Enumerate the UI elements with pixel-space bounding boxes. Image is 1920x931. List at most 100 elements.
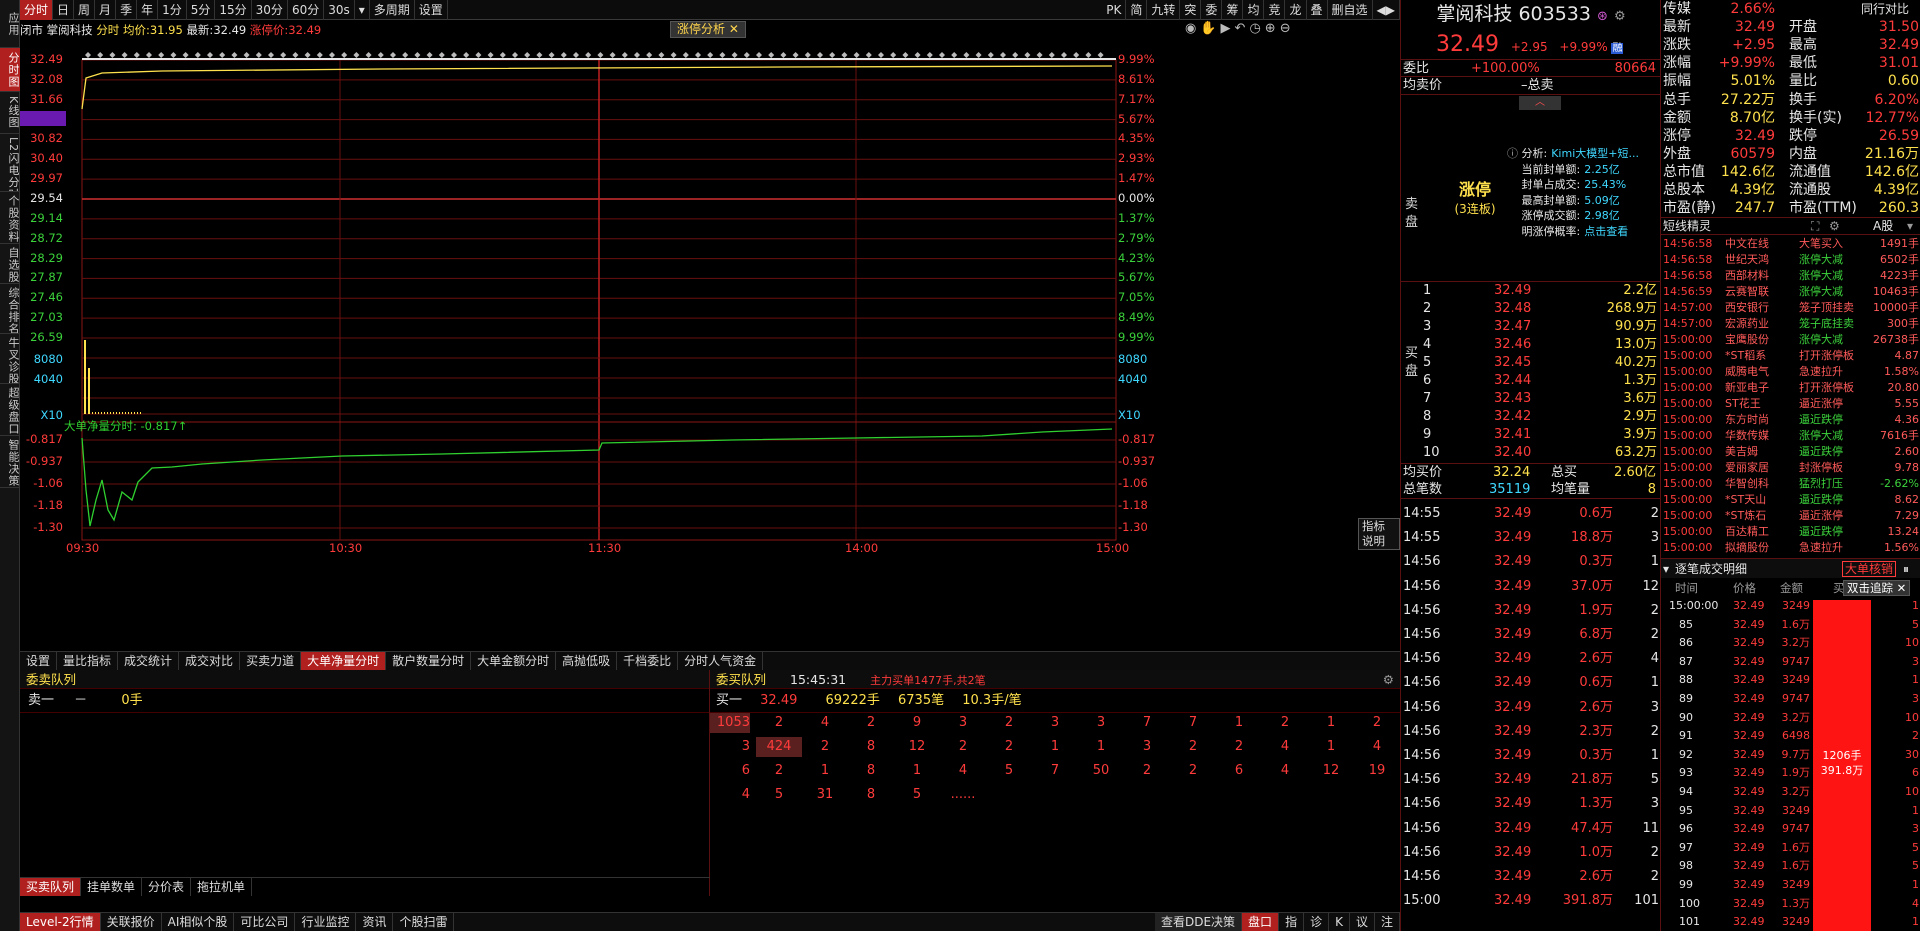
news-row[interactable]: 14:56:58 中文在线 大笔买入 1491手 bbox=[1661, 236, 1920, 252]
news-row[interactable]: 15:00:00 威腾电气 急速拉升 1.58% bbox=[1661, 364, 1920, 380]
period-tab-11[interactable]: 30s bbox=[324, 0, 355, 20]
period-tab-14[interactable]: 设置 bbox=[415, 0, 448, 20]
news-row[interactable]: 14:56:59 云赛智联 涨停大减 10463手 bbox=[1661, 284, 1920, 300]
big-order-button[interactable]: 大单核销 bbox=[1842, 561, 1897, 577]
news-row[interactable]: 15:00:00 华智创科 猛烈打压 -2.62% bbox=[1661, 476, 1920, 492]
indicator-tab-2[interactable]: 成交统计 bbox=[118, 652, 180, 670]
news-row[interactable]: 15:00:00 美吉姆 逼近跌停 2.60 bbox=[1661, 444, 1920, 460]
tool-tab-2[interactable]: 九转 bbox=[1147, 0, 1181, 20]
track-button[interactable]: 双击追踪 ✕ bbox=[1843, 580, 1911, 596]
news-row[interactable]: 14:57:00 宏源药业 笼子底挂卖 300手 bbox=[1661, 316, 1920, 332]
status-tab-1[interactable]: 关联报价 bbox=[101, 913, 162, 931]
news-row[interactable]: 15:00:00 *ST稻系 打开涨停板 4.87 bbox=[1661, 348, 1920, 364]
news-row[interactable]: 14:57:00 西安银行 笼子顶挂卖 10000手 bbox=[1661, 300, 1920, 316]
chevron-down-icon[interactable]: ▾ bbox=[1907, 218, 1913, 234]
period-tab-7[interactable]: 5分 bbox=[187, 0, 216, 20]
status-tab-3[interactable]: 可比公司 bbox=[234, 913, 296, 931]
news-row[interactable]: 15:00:00 ST花王 逼近涨停 5.55 bbox=[1661, 396, 1920, 412]
vtab-3[interactable]: L2闪电分时 bbox=[0, 134, 20, 192]
tool-tab-9[interactable]: 叠 bbox=[1307, 0, 1328, 20]
news-filter[interactable]: A股 bbox=[1873, 218, 1893, 234]
news-row[interactable]: 15:00:00 *ST天山 逼近跌停 8.62 bbox=[1661, 492, 1920, 508]
indicator-tab-5[interactable]: 大单净量分时 bbox=[301, 652, 387, 670]
indicator-tab-6[interactable]: 散户数量分时 bbox=[386, 652, 472, 670]
dock-tab-5[interactable]: 注 bbox=[1375, 913, 1400, 931]
indicator-tab-3[interactable]: 成交对比 bbox=[179, 652, 241, 670]
period-tab-0[interactable]: 分时 bbox=[20, 0, 54, 20]
indicator-tab-7[interactable]: 大单金额分时 bbox=[471, 652, 557, 670]
news-row[interactable]: 14:56:58 世纪天鸿 涨停大减 6502手 bbox=[1661, 252, 1920, 268]
chart-canvas[interactable] bbox=[20, 20, 1400, 660]
tool-tab-8[interactable]: 龙 bbox=[1285, 0, 1307, 20]
news-row[interactable]: 15:00:00 宝鹰股份 涨停大减 26738手 bbox=[1661, 332, 1920, 348]
indicator-help-button[interactable]: 指标说明 bbox=[1358, 518, 1400, 550]
tool-tab-6[interactable]: 均 bbox=[1243, 0, 1265, 20]
gear-icon[interactable]: ⚙ bbox=[1614, 9, 1626, 24]
indicator-tab-9[interactable]: 千档委比 bbox=[617, 652, 679, 670]
indicator-tab-4[interactable]: 买卖力道 bbox=[240, 652, 302, 670]
period-tab-9[interactable]: 30分 bbox=[252, 0, 288, 20]
vtab-8[interactable]: 超级盘口 bbox=[0, 384, 20, 436]
vtab-7[interactable]: 牛叉诊股 bbox=[0, 334, 20, 384]
vtab-2[interactable]: K线图 bbox=[0, 92, 20, 134]
status-tab-4[interactable]: 行业监控 bbox=[295, 913, 357, 931]
tool-tab-11[interactable]: ◀▶ bbox=[1373, 0, 1400, 20]
queue-tab-0[interactable]: 买卖队列 bbox=[20, 878, 82, 896]
tool-tab-3[interactable]: 突 bbox=[1180, 0, 1202, 20]
status-tab-5[interactable]: 资讯 bbox=[356, 913, 394, 931]
period-tab-8[interactable]: 15分 bbox=[215, 0, 252, 20]
indicator-tab-0[interactable]: 设置 bbox=[20, 652, 58, 670]
queue-tab-1[interactable]: 挂单数单 bbox=[81, 878, 143, 896]
dock-tab-1[interactable]: 指 bbox=[1279, 913, 1305, 931]
period-tab-1[interactable]: 日 bbox=[53, 0, 75, 20]
news-row[interactable]: 15:00:00 东方时尚 逼近跌停 4.36 bbox=[1661, 412, 1920, 428]
period-tab-13[interactable]: 多周期 bbox=[370, 0, 415, 20]
dock-tab-3[interactable]: K bbox=[1329, 913, 1350, 931]
period-tab-3[interactable]: 月 bbox=[95, 0, 117, 20]
news-row[interactable]: 15:00:00 新亚电子 打开涨停板 20.80 bbox=[1661, 380, 1920, 396]
status-tab-6[interactable]: 个股扫雷 bbox=[393, 913, 455, 931]
collapse-icon[interactable]: ︿ bbox=[1519, 96, 1561, 110]
tool-tab-7[interactable]: 竞 bbox=[1264, 0, 1286, 20]
tool-tab-10[interactable]: 删自选 bbox=[1328, 0, 1373, 20]
vtab-6[interactable]: 综合排名 bbox=[0, 284, 20, 334]
dock-tab-0[interactable]: 盘口 bbox=[1242, 913, 1280, 931]
dock-tab-4[interactable]: 议 bbox=[1350, 913, 1375, 931]
period-tab-12[interactable]: ▾ bbox=[355, 0, 370, 20]
quote-label-2[interactable]: 同行对比 bbox=[1861, 0, 1909, 18]
dde-button[interactable]: 查看DDE决策 bbox=[1154, 913, 1243, 931]
vtab-9[interactable]: 智能决策 bbox=[0, 436, 20, 488]
indicator-tab-1[interactable]: 量比指标 bbox=[57, 652, 119, 670]
intraday-chart[interactable]: 闭市 掌阅科技 分时 均价:31.95 最新:32.49 涨停价:32.49 涨… bbox=[20, 20, 1400, 660]
analysis-value[interactable]: 点击查看 bbox=[1584, 225, 1628, 238]
news-row[interactable]: 15:00:00 百达精工 逼近跌停 13.24 bbox=[1661, 524, 1920, 540]
pause-icon[interactable]: ⏸ bbox=[1903, 559, 1909, 579]
news-row[interactable]: 15:00:00 华数传媒 涨停大减 7616手 bbox=[1661, 428, 1920, 444]
tool-tab-4[interactable]: 委 bbox=[1201, 0, 1223, 20]
tool-tab-5[interactable]: 筹 bbox=[1222, 0, 1244, 20]
indicator-tab-8[interactable]: 高抛低吸 bbox=[556, 652, 618, 670]
vtab-0[interactable]: 应用 bbox=[0, 0, 20, 48]
period-tab-4[interactable]: 季 bbox=[116, 0, 138, 20]
gear-icon[interactable]: ⚙ bbox=[1829, 218, 1840, 234]
expand-icon[interactable]: ⛶ bbox=[1811, 218, 1819, 234]
news-row[interactable]: 15:00:00 拟摘股份 急速拉升 1.56% bbox=[1661, 540, 1920, 556]
period-tab-10[interactable]: 60分 bbox=[288, 0, 325, 20]
queue-tab-2[interactable]: 分价表 bbox=[142, 878, 192, 896]
dock-tab-2[interactable]: 诊 bbox=[1304, 913, 1330, 931]
tool-tab-1[interactable]: 简 bbox=[1126, 0, 1148, 20]
chevron-down-icon[interactable]: ▾ bbox=[1663, 559, 1669, 579]
news-row[interactable]: 15:00:00 爱丽家居 封涨停板 9.78 bbox=[1661, 460, 1920, 476]
status-tab-2[interactable]: AI相似个股 bbox=[162, 913, 235, 931]
watch-icon[interactable]: ⊛ bbox=[1597, 9, 1608, 24]
vtab-5[interactable]: 自选股 bbox=[0, 244, 20, 284]
tool-tab-0[interactable]: PK bbox=[1102, 0, 1127, 20]
queue-tab-3[interactable]: 拖拉机单 bbox=[191, 878, 253, 896]
news-row[interactable]: 14:56:58 西部材料 涨停大减 4223手 bbox=[1661, 268, 1920, 284]
vtab-1[interactable]: 分时图 bbox=[0, 48, 20, 92]
status-tab-0[interactable]: Level-2行情 bbox=[20, 913, 101, 931]
period-tab-5[interactable]: 年 bbox=[137, 0, 159, 20]
vtab-4[interactable]: 个股资料 bbox=[0, 192, 20, 244]
gear-icon[interactable]: ⚙ bbox=[1383, 670, 1394, 689]
period-tab-2[interactable]: 周 bbox=[74, 0, 96, 20]
